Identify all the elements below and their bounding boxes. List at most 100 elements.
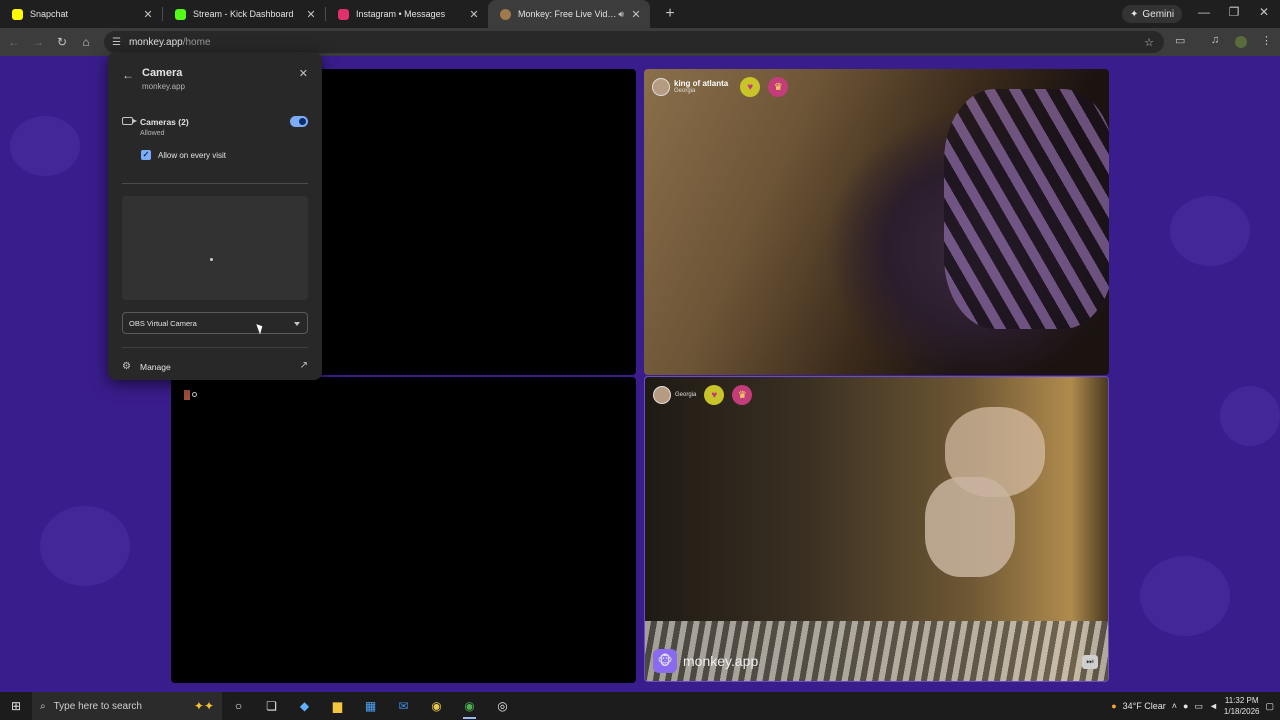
reload-icon[interactable]: ↻	[50, 35, 74, 49]
tab-title: Monkey: Free Live Video Ch	[518, 9, 618, 19]
loading-indicator	[210, 258, 213, 261]
menu-icon[interactable]: ⋮	[1261, 34, 1272, 47]
volume-icon[interactable]: ◄	[1209, 701, 1218, 711]
bookmark-star-icon[interactable]: ☆	[1144, 36, 1154, 49]
snapchat-icon	[12, 8, 23, 20]
sparkle-icon: ✦	[1130, 8, 1139, 20]
store-icon[interactable]: ▦	[354, 692, 387, 720]
tab-instagram[interactable]: Instagram • Messages ✕	[326, 0, 488, 28]
network-icon[interactable]: ▭	[1194, 701, 1203, 712]
speaker-icon[interactable]: 🔊︎	[618, 9, 624, 20]
kick-icon	[175, 8, 186, 20]
camera-permission-popup: ← Camera monkey.app ✕ Cameras (2) Allowe…	[108, 52, 322, 380]
tab-title: Stream - Kick Dashboard	[193, 9, 294, 19]
instagram-icon	[338, 8, 349, 20]
system-tray: ● 34°F Clear ˄ ● ▭ ◄ 11:32 PM 1/18/2026 …	[1111, 692, 1280, 720]
weather-icon: ●	[1111, 701, 1117, 711]
tab-strip: Snapchat ✕ Stream - Kick Dashboard ✕ Ins…	[0, 0, 1280, 28]
popup-title: Camera	[142, 67, 183, 79]
file-explorer-icon[interactable]: ▆	[321, 692, 354, 720]
camera-icon	[122, 117, 137, 125]
tab-monkey[interactable]: Monkey: Free Live Video Ch 🔊︎ ✕	[488, 0, 650, 28]
close-tab-icon[interactable]: ✕	[630, 8, 642, 21]
search-placeholder: Type here to search	[53, 700, 142, 712]
camera-preview	[122, 196, 308, 300]
taskbar-search[interactable]: ⌕ Type here to search ✦✦	[32, 692, 222, 720]
user-badge[interactable]: Georgia ♥ ♛	[653, 385, 753, 405]
new-tab-button[interactable]: +	[656, 5, 684, 23]
remote-video-tile-1: king of atlanta Georgia ♥ ♛	[644, 69, 1109, 375]
remote-video-tile-2: Georgia ♥ ♛ 🐵︎ monkey.app ⏭︎	[644, 376, 1109, 682]
background-blob	[1140, 556, 1230, 636]
close-tab-icon[interactable]: ✕	[468, 8, 480, 21]
obs-icon[interactable]: ◎	[486, 692, 519, 720]
allow-every-visit-checkbox[interactable]: ✓	[141, 150, 151, 160]
external-link-icon[interactable]: ↗	[300, 360, 308, 371]
clock-date: 1/18/2026	[1223, 707, 1260, 716]
manage-link[interactable]: Manage	[140, 362, 171, 372]
chrome-canary-icon[interactable]: ◉	[420, 692, 453, 720]
forward-icon[interactable]: →	[26, 35, 50, 49]
url-path: /home	[182, 36, 211, 48]
media-icon[interactable]: ♫	[1211, 34, 1219, 46]
windows-start-icon[interactable]: ⊞	[0, 699, 32, 713]
monkey-icon	[500, 8, 511, 20]
close-window-icon[interactable]: ✕	[1254, 5, 1274, 19]
site-info-icon[interactable]: ☰	[112, 37, 121, 48]
popup-site: monkey.app	[142, 82, 185, 91]
close-tab-icon[interactable]: ✕	[305, 8, 317, 21]
selected-camera: OBS Virtual Camera	[129, 318, 197, 328]
heart-icon[interactable]: ♥	[740, 77, 761, 97]
gemini-button[interactable]: ✦ Gemini	[1122, 5, 1183, 23]
video-feed-detail	[925, 477, 1015, 577]
chevron-up-icon[interactable]: ˄	[1172, 701, 1177, 711]
restore-icon[interactable]: ❐	[1224, 5, 1244, 19]
video-feed-detail	[944, 89, 1109, 329]
tab-kick[interactable]: Stream - Kick Dashboard ✕	[163, 0, 325, 28]
monkey-logo-icon: 🐵︎	[653, 649, 677, 673]
tab-title: Snapchat	[30, 9, 69, 19]
background-blob	[40, 506, 130, 586]
gift-icon[interactable]: ♛	[768, 77, 789, 97]
weather-text[interactable]: 34°F Clear	[1123, 701, 1166, 711]
camera-permission-toggle[interactable]	[290, 116, 308, 127]
close-tab-icon[interactable]: ✕	[142, 8, 154, 21]
avatar[interactable]	[653, 386, 671, 404]
home-icon[interactable]: ⌂	[74, 35, 98, 49]
microphone-icon[interactable]: ●	[1183, 701, 1188, 711]
status-dot	[192, 392, 197, 397]
notification-icon[interactable]: ▢	[1265, 701, 1274, 712]
back-arrow-icon[interactable]: ←	[122, 68, 134, 82]
user-name: king of atlanta	[674, 79, 729, 88]
cameras-status: Allowed	[140, 130, 165, 137]
address-bar[interactable]: ☰ monkey.app /home ☆	[104, 31, 1164, 53]
avatar[interactable]	[652, 78, 670, 96]
task-view-icon[interactable]: ❏	[255, 692, 288, 720]
gift-icon[interactable]: ♛	[732, 385, 753, 405]
tab-snapchat[interactable]: Snapchat ✕	[0, 0, 162, 28]
local-video-tile-2	[171, 377, 636, 683]
clock[interactable]: 11:32 PM 1/18/2026	[1224, 695, 1260, 717]
profile-avatar[interactable]	[1235, 36, 1247, 48]
divider	[122, 347, 308, 348]
dropdown-arrow-icon	[294, 322, 300, 326]
tab-title: Instagram • Messages	[356, 9, 446, 19]
copilot-icon[interactable]: ◆	[288, 692, 321, 720]
windows-taskbar: ⊞ ⌕ Type here to search ✦✦ ○ ❏ ◆ ▆ ▦ ✉ ◉…	[0, 692, 1280, 720]
user-badge[interactable]: king of atlanta Georgia ♥ ♛	[652, 77, 789, 97]
close-icon[interactable]: ✕	[299, 67, 308, 80]
recording-indicator	[184, 390, 190, 400]
user-location: Georgia	[674, 88, 696, 94]
outlook-icon[interactable]: ✉	[387, 692, 420, 720]
heart-icon[interactable]: ♥	[704, 385, 725, 405]
cortana-icon[interactable]: ○	[222, 692, 255, 720]
minimize-icon[interactable]: —	[1194, 5, 1214, 19]
camera-select[interactable]: OBS Virtual Camera	[122, 312, 308, 334]
skip-icon[interactable]: ⏭︎	[1082, 655, 1098, 669]
chrome-icon[interactable]: ◉	[453, 692, 486, 720]
gemini-label: Gemini	[1142, 8, 1175, 20]
cast-icon[interactable]: ▭	[1175, 34, 1185, 47]
back-icon[interactable]: ←	[2, 35, 26, 49]
monkey-watermark: 🐵︎ monkey.app	[653, 649, 758, 673]
background-blob	[1170, 196, 1250, 266]
